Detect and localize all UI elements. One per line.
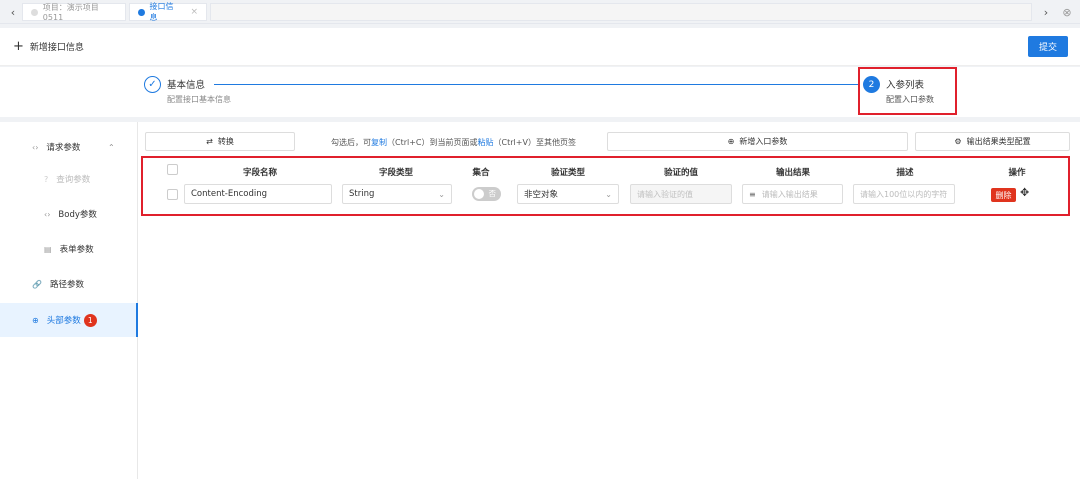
params-table: 字段名称 字段类型 集合 验证类型 验证的值 输出结果 描述 操作 Conten… [141, 156, 1070, 216]
column-header: 字段类型 [378, 168, 413, 178]
step-number-2: 2 [863, 76, 880, 93]
tab-prev-button[interactable]: ‹ [4, 3, 22, 21]
output-placeholder: 请输入输出结果 [761, 189, 818, 199]
step-connector [214, 84, 859, 85]
column-header: 验证类型 [550, 168, 585, 178]
tab-status-dot [138, 8, 145, 16]
sidebar-item-label: 头部参数 [46, 316, 81, 326]
add-param-button[interactable]: ⊕ 新增入口参数 [607, 132, 908, 151]
step-desc-basic: 配置接口基本信息 [167, 95, 231, 104]
convert-button[interactable]: ⇄ 转换 [145, 132, 295, 151]
column-header: 字段名称 [242, 168, 277, 178]
form-icon: ▤ [44, 244, 52, 254]
steps-bar: ✓ 基本信息 配置接口基本信息 2 入参列表 配置入口参数 [0, 67, 1080, 117]
sidebar-item-query-params[interactable]: ? 查询参数 [0, 164, 138, 194]
tab-status-dot [31, 8, 38, 16]
sidebar-item-request-params[interactable]: ‹› 请求参数 ⌃ [0, 132, 138, 162]
step-title-params[interactable]: 入参列表 [886, 77, 924, 91]
sidebar-item-label: 查询参数 [56, 175, 91, 185]
sidebar-item-path-params[interactable]: 🔗 路径参数 [0, 269, 138, 299]
question-icon: ? [44, 174, 49, 184]
count-badge: 1 [83, 313, 97, 327]
code-icon: ‹› [44, 209, 51, 219]
validation-value-input[interactable]: 请输入验证的值 [630, 184, 732, 204]
check-icon: ✓ [144, 76, 161, 93]
column-header: 验证的值 [663, 168, 698, 178]
sidebar-item-label: Body参数 [58, 210, 97, 220]
add-param-label: 新增入口参数 [739, 137, 788, 146]
close-icon[interactable]: × [190, 7, 198, 17]
column-header: 描述 [896, 168, 914, 178]
add-interface-label: 新增接口信息 [29, 43, 84, 53]
add-interface-button[interactable]: + 新增接口信息 [13, 38, 84, 54]
swap-icon: ⇄ [206, 137, 213, 146]
column-header: 操作 [1008, 168, 1026, 178]
code-icon: ‹› [32, 142, 39, 152]
collection-toggle[interactable]: 否 [472, 187, 501, 201]
sidebar-item-label: 请求参数 [46, 143, 81, 153]
validation-type-select[interactable]: 非空对象 ⌄ [517, 184, 619, 204]
select-all-checkbox[interactable] [167, 164, 178, 175]
description-input[interactable]: 请输入100位以内的字符 [853, 184, 955, 204]
globe-icon: ⊕ [32, 315, 39, 325]
column-header: 集合 [472, 168, 490, 178]
row-checkbox[interactable] [167, 189, 178, 200]
sidebar-item-header-params[interactable]: ⊕ 头部参数 1 [0, 303, 138, 337]
page-header: + 新增接口信息 提交 [0, 28, 1080, 66]
copy-link[interactable]: 复制 [371, 138, 387, 147]
tab-label: 项目：演示项目0511 [42, 3, 99, 22]
paste-link[interactable]: 粘贴 [478, 138, 494, 147]
hint-text: （Ctrl+V）至其他页签 [493, 138, 576, 147]
output-config-label: 输出结果类型配置 [966, 137, 1031, 146]
step-title-basic[interactable]: 基本信息 [167, 77, 205, 91]
output-config-button[interactable]: ⚙ 输出结果类型配置 [915, 132, 1070, 151]
tab-label: 接口信息 [149, 2, 174, 22]
close-all-icon[interactable]: ⊗ [1058, 3, 1076, 21]
convert-label: 转换 [217, 137, 234, 146]
list-icon: ≡ [749, 189, 756, 199]
tab-bar: ‹ 项目：演示项目0511 接口信息 × › ⊗ [0, 0, 1080, 24]
toggle-text: 否 [488, 189, 497, 198]
param-sidebar: ‹› 请求参数 ⌃ ? 查询参数 ‹› Body参数 ▤ 表单参数 🔗 路径参数… [0, 122, 138, 479]
delete-button[interactable]: 删除 [991, 188, 1016, 202]
tab-area [210, 3, 1032, 21]
tab-interface-info[interactable]: 接口信息 × [129, 2, 207, 22]
hint-text: （Ctrl+C）到当前页面或 [387, 138, 478, 147]
hint-text: 勾选后，可 [331, 138, 371, 147]
field-type-value: String [349, 189, 375, 199]
gear-icon: ⚙ [954, 137, 962, 146]
output-input[interactable]: ≡ 请输入输出结果 [742, 184, 843, 204]
field-type-select[interactable]: String ⌄ [342, 184, 452, 204]
sidebar-item-form-params[interactable]: ▤ 表单参数 [0, 234, 138, 264]
link-icon: 🔗 [32, 279, 42, 289]
tab-project[interactable]: 项目：演示项目0511 [22, 3, 126, 22]
sidebar-item-label: 路径参数 [49, 280, 84, 290]
sidebar-item-body-params[interactable]: ‹› Body参数 [0, 199, 138, 229]
tab-next-button[interactable]: › [1037, 3, 1055, 21]
toggle-knob [474, 189, 484, 199]
validation-type-value: 非空对象 [524, 190, 559, 200]
column-header: 输出结果 [775, 168, 810, 178]
plus-circle-icon: ⊕ [727, 137, 735, 146]
move-icon[interactable]: ✥ [1020, 186, 1029, 199]
chevron-up-icon[interactable]: ⌃ [108, 143, 115, 152]
main-panel: ‹› 请求参数 ⌃ ? 查询参数 ‹› Body参数 ▤ 表单参数 🔗 路径参数… [0, 122, 1080, 479]
chevron-down-icon: ⌄ [605, 189, 612, 199]
sidebar-item-label: 表单参数 [59, 245, 94, 255]
step-desc-params: 配置入口参数 [886, 95, 934, 104]
field-name-input[interactable]: Content-Encoding [184, 184, 332, 204]
submit-button[interactable]: 提交 [1028, 36, 1068, 57]
chevron-down-icon: ⌄ [438, 189, 445, 199]
plus-icon: + [13, 38, 24, 54]
copy-paste-hint: 勾选后，可复制（Ctrl+C）到当前页面或粘贴（Ctrl+V）至其他页签 [331, 137, 576, 148]
